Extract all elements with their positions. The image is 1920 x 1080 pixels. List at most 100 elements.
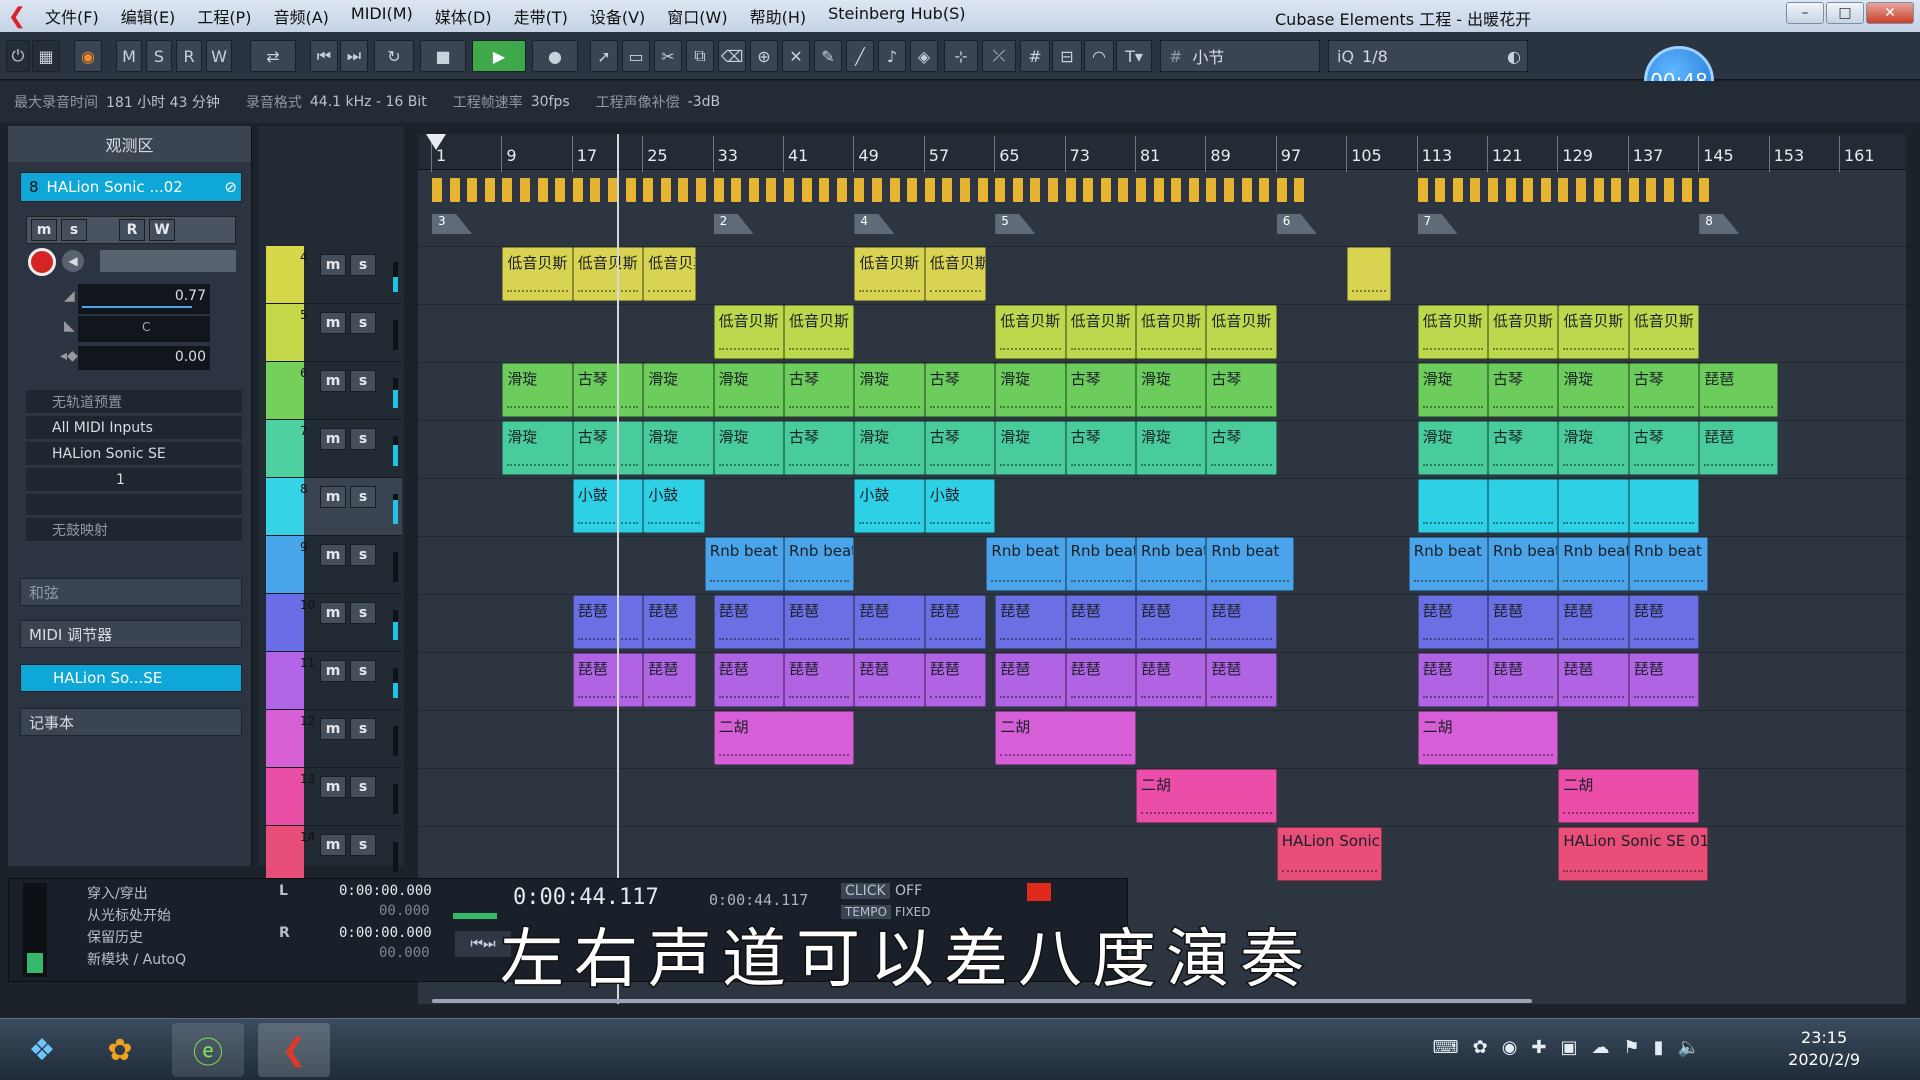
midi-part[interactable]: 滑琁 [502, 421, 573, 475]
midi-part[interactable] [1347, 247, 1392, 301]
track-preset-field[interactable]: 无轨道预置 [26, 390, 242, 414]
track-mute-button[interactable]: m [320, 602, 346, 624]
left-locator-sub[interactable]: 00.000 [379, 903, 430, 919]
edit-instrument-icon[interactable]: ⊘ [224, 178, 237, 196]
track-header-12[interactable]: 12 m s [266, 710, 402, 768]
click-state[interactable]: OFF [895, 883, 922, 899]
chord-event[interactable] [555, 178, 566, 202]
chord-event[interactable] [1153, 178, 1164, 202]
midi-part[interactable]: 古琴 [784, 421, 855, 475]
max-record-value[interactable]: 181 小时 43 分钟 [106, 92, 220, 112]
midi-part[interactable]: 低音贝斯 [1488, 305, 1559, 359]
midi-part[interactable]: 低音贝斯 [1206, 305, 1277, 359]
line-tool-icon[interactable]: ╱ [846, 40, 874, 72]
chord-event[interactable] [1100, 178, 1111, 202]
track-solo-button[interactable]: s [350, 834, 376, 856]
midi-part[interactable]: 琵琶 [1417, 653, 1488, 707]
constrain-delay-icon[interactable]: ◉ [74, 40, 102, 72]
horizontal-scrollbar[interactable] [432, 996, 1912, 1006]
marker[interactable]: 6 [1276, 214, 1317, 234]
midi-part[interactable]: 滑琁 [713, 363, 784, 417]
object-selection-tool-icon[interactable]: ➚ [590, 40, 618, 72]
primary-time-display[interactable]: 0:00:44.117 [513, 885, 659, 910]
track-solo-button[interactable]: s [350, 486, 376, 508]
left-locator-time[interactable]: 0:00:00.000 [339, 883, 432, 899]
track-mute-button[interactable]: m [320, 834, 346, 856]
track-solo-button[interactable]: s [350, 544, 376, 566]
track-header-13[interactable]: 13 m s [266, 768, 402, 826]
midi-part[interactable]: Rnb beat [986, 537, 1066, 591]
inspector-track-header[interactable]: 8 HALion Sonic ...02 ⊘ [20, 172, 242, 202]
track-solo-button[interactable]: s [350, 776, 376, 798]
program-field[interactable] [26, 494, 242, 516]
midi-part[interactable] [1558, 479, 1629, 533]
position-slider[interactable] [453, 913, 497, 919]
track-solo-button[interactable]: s [350, 254, 376, 276]
track-mute-button[interactable]: m [320, 776, 346, 798]
draw-tool-icon[interactable]: ✎ [814, 40, 842, 72]
chord-event[interactable] [924, 178, 935, 202]
midi-part[interactable]: 滑琁 [1558, 421, 1629, 475]
chord-event[interactable] [731, 178, 742, 202]
stop-button[interactable]: ■ [420, 40, 466, 72]
midi-part[interactable]: Rnb beat [784, 537, 855, 591]
maximize-button[interactable]: □ [1826, 2, 1864, 24]
midi-part[interactable]: 低音贝斯 [924, 247, 987, 301]
midi-part[interactable]: 琵琶 [1558, 595, 1629, 649]
track-lane[interactable]: 琵琶 琵琶 琵琶 琵琶 琵琶 琵琶 琵琶 琵琶 琵琶 琵琶 琵琶 琵琶 琵琶 琵琶 [418, 652, 1906, 710]
midi-part[interactable]: HALion Sonic [1276, 827, 1383, 881]
chord-event[interactable] [801, 178, 812, 202]
midi-output-field[interactable]: HALion Sonic SE [26, 442, 242, 466]
track-color-strip[interactable] [266, 536, 304, 593]
midi-part[interactable]: 低音贝斯 [1065, 305, 1136, 359]
cycle-icon[interactable]: ↻ [374, 40, 414, 72]
midi-part[interactable]: 滑琁 [502, 363, 573, 417]
global-read-button[interactable]: R [176, 40, 202, 72]
marker[interactable]: 2 [713, 214, 754, 234]
menu-item-5[interactable]: 媒体(D) [424, 4, 503, 28]
midi-part[interactable]: 古琴 [572, 363, 644, 417]
chord-event[interactable] [1224, 178, 1234, 202]
close-button[interactable]: ✕ [1866, 2, 1914, 24]
track-lane[interactable]: 琵琶 琵琶 琵琶 琵琶 琵琶 琵琶 琵琶 琵琶 琵琶 琵琶 琵琶 琵琶 琵琶 琵琶 [418, 594, 1906, 652]
midi-part[interactable]: 琵琶 [995, 595, 1066, 649]
chord-event[interactable] [1452, 178, 1463, 202]
menu-item-6[interactable]: 走带(T) [503, 4, 579, 28]
marker[interactable]: 7 [1417, 214, 1458, 234]
signal-icon[interactable]: ▮ [1654, 1037, 1664, 1058]
track-solo-button[interactable]: s [350, 660, 376, 682]
volume-icon[interactable]: 🔈 [1678, 1037, 1700, 1058]
chord-event[interactable] [1664, 178, 1674, 202]
chord-event[interactable] [1646, 178, 1657, 202]
menu-item-8[interactable]: 窗口(W) [656, 4, 738, 28]
chord-event[interactable] [537, 178, 548, 202]
track-solo-button[interactable]: s [350, 602, 376, 624]
speaker-tool-icon[interactable]: ♪ [878, 40, 906, 72]
activate-project-button[interactable]: ⏻ [6, 40, 30, 72]
cubase-app-icon[interactable]: ❮ [258, 1023, 330, 1077]
midi-part[interactable]: 低音贝斯 [1417, 305, 1488, 359]
chord-event[interactable] [1136, 178, 1146, 202]
secondary-time-display[interactable]: 0:00:44.117 [709, 891, 808, 909]
global-mute-button[interactable]: M [116, 40, 142, 72]
project-arrange-area[interactable]: 1 9 17 25 33 41 49 57 65 73 81 89 97 105 113 121 129 137 1… [418, 134, 1906, 1004]
chord-event[interactable] [643, 178, 654, 202]
chord-event[interactable] [1558, 178, 1569, 202]
chord-event[interactable] [1065, 178, 1076, 202]
pan-field[interactable]: C [78, 316, 210, 342]
midi-part[interactable]: 古琴 [1628, 421, 1700, 475]
midi-part[interactable]: 琵琶 [1558, 653, 1629, 707]
midi-part[interactable]: 琵琶 [924, 595, 987, 649]
chord-event[interactable] [1276, 178, 1287, 202]
midi-part[interactable]: 琵琶 [572, 595, 644, 649]
left-locator-icon[interactable] [426, 134, 446, 150]
marker[interactable]: 5 [995, 214, 1036, 234]
chord-event[interactable] [1171, 178, 1182, 202]
midi-part[interactable]: 低音贝斯 [1136, 305, 1207, 359]
glue-tool-icon[interactable]: ⧉ [686, 40, 714, 72]
menu-item-2[interactable]: 工程(P) [186, 4, 262, 28]
flower-icon[interactable]: ✿ [1473, 1037, 1488, 1058]
marker[interactable]: 8 [1699, 214, 1740, 234]
chord-event[interactable] [960, 178, 970, 202]
midi-part[interactable]: 古琴 [1206, 421, 1277, 475]
